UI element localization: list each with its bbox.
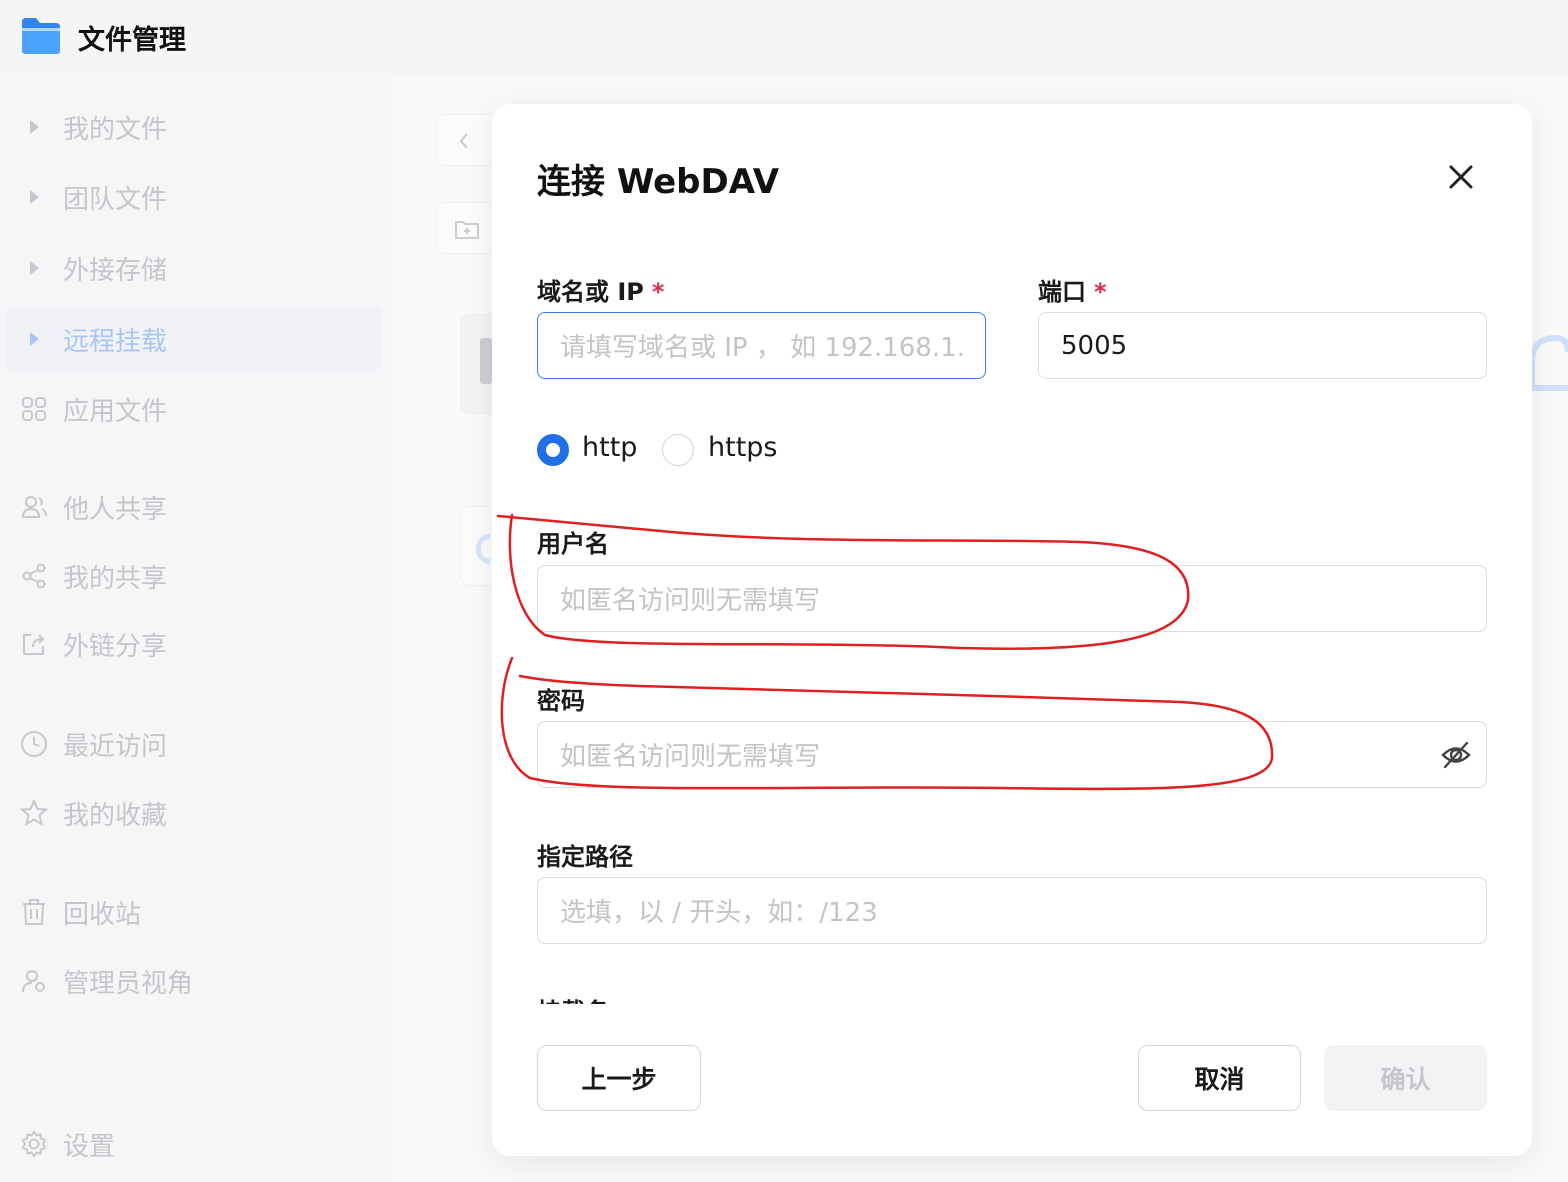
caret-right-icon (20, 183, 48, 211)
sidebar-item-label: 我的文件 (63, 114, 168, 145)
sidebar-item-app-files[interactable]: 应用文件 (6, 376, 382, 442)
mount-name-label: 挂载名 (537, 992, 609, 1004)
sidebar-item-recycle-bin[interactable]: 回收站 (6, 879, 382, 945)
sidebar-item-my-shares[interactable]: 我的共享 (6, 543, 382, 609)
http-radio-label[interactable]: http (582, 432, 637, 463)
sidebar-item-label: 外链分享 (63, 631, 168, 662)
http-radio[interactable] (537, 434, 569, 466)
port-label-text: 端口 (1038, 278, 1086, 306)
host-placeholder: 请填写域名或 IP ， 如 192.168.1.8 (560, 333, 963, 363)
sidebar-item-my-files[interactable]: 我的文件 (6, 94, 382, 160)
sidebar-item-label: 我的收藏 (63, 800, 168, 831)
required-mark: * (651, 278, 665, 306)
host-input[interactable]: 请填写域名或 IP ， 如 192.168.1.8 (537, 312, 986, 379)
username-label: 用户名 (537, 530, 609, 558)
external-share-icon (20, 630, 48, 658)
background-item (480, 338, 492, 384)
back-nav-button[interactable] (436, 114, 496, 166)
sidebar-item-shared-with-me[interactable]: 他人共享 (6, 474, 382, 540)
sidebar-item-favorites[interactable]: 我的收藏 (6, 780, 382, 846)
sidebar-item-label: 应用文件 (63, 396, 168, 427)
folder-add-icon (455, 221, 479, 239)
sidebar-item-label: 远程挂载 (63, 326, 168, 357)
dialog-title: 连接 WebDAV (537, 162, 780, 202)
username-input[interactable]: 如匿名访问则无需填写 (537, 565, 1487, 632)
sidebar-item-label: 我的共享 (63, 563, 168, 594)
apps-icon (20, 395, 48, 423)
sidebar-item-label: 外接存储 (63, 255, 168, 286)
title-bar: 文件管理 (0, 0, 1568, 76)
sidebar-item-label: 团队文件 (63, 184, 168, 215)
sidebar-item-label: 他人共享 (63, 494, 168, 525)
port-label: 端口 * (1038, 272, 1107, 307)
admin-icon (20, 967, 48, 995)
port-input[interactable]: 5005 (1038, 312, 1487, 379)
close-button[interactable] (1442, 158, 1480, 196)
path-input[interactable]: 选填，以 / 开头，如：/123 (537, 877, 1487, 944)
https-radio[interactable] (662, 434, 694, 466)
sidebar-item-recent[interactable]: 最近访问 (6, 711, 382, 777)
sidebar-item-label: 回收站 (63, 899, 142, 930)
close-icon (1449, 165, 1473, 189)
caret-right-icon (20, 325, 48, 353)
caret-right-icon (20, 113, 48, 141)
sidebar-item-admin-view[interactable]: 管理员视角 (6, 948, 382, 1014)
password-input[interactable]: 如匿名访问则无需填写 (537, 721, 1487, 788)
eye-off-icon[interactable] (1440, 740, 1472, 770)
password-label: 密码 (537, 687, 585, 715)
trash-icon (20, 898, 48, 926)
background-cloud-icon (1529, 334, 1568, 391)
required-mark: * (1094, 278, 1107, 306)
folder-icon (22, 18, 60, 54)
cancel-button[interactable]: 取消 (1138, 1045, 1301, 1111)
sidebar-item-link-shares[interactable]: 外链分享 (6, 611, 382, 677)
host-label-text: 域名或 IP (537, 278, 644, 306)
sidebar-item-team-files[interactable]: 团队文件 (6, 164, 382, 230)
users-icon (20, 493, 48, 521)
confirm-button[interactable]: 确认 (1324, 1045, 1487, 1111)
sidebar: 我的文件 团队文件 外接存储 远程挂载 应用文件 他人共享 我的共享 外链分享 … (0, 76, 392, 1182)
webdav-dialog: 连接 WebDAV 域名或 IP * 请填写域名或 IP ， 如 192.168.… (492, 104, 1532, 1156)
caret-right-icon (20, 254, 48, 282)
clock-icon (20, 730, 48, 758)
password-placeholder: 如匿名访问则无需填写 (560, 742, 821, 772)
back-button[interactable]: 上一步 (537, 1045, 701, 1111)
port-value: 5005 (1061, 330, 1128, 361)
sidebar-item-label: 最近访问 (63, 731, 168, 762)
share-icon (20, 562, 48, 590)
dialog-form: 连接 WebDAV 域名或 IP * 请填写域名或 IP ， 如 192.168.… (492, 104, 1532, 1004)
https-radio-label[interactable]: https (708, 432, 778, 463)
sidebar-item-label: 管理员视角 (63, 968, 194, 999)
gear-icon (20, 1130, 48, 1158)
username-placeholder: 如匿名访问则无需填写 (560, 586, 821, 616)
path-label: 指定路径 (537, 843, 633, 871)
sidebar-item-settings[interactable]: 设置 (6, 1111, 382, 1177)
sidebar-item-external-storage[interactable]: 外接存储 (6, 235, 382, 301)
star-icon (20, 799, 48, 827)
app-title: 文件管理 (78, 25, 186, 56)
sidebar-item-remote-mount[interactable]: 远程挂载 (6, 306, 382, 372)
sidebar-item-label: 设置 (63, 1131, 116, 1162)
host-label: 域名或 IP * (537, 272, 664, 307)
path-placeholder: 选填，以 / 开头，如：/123 (560, 898, 878, 928)
new-folder-button[interactable] (436, 202, 496, 254)
chevron-left-icon (459, 133, 468, 149)
